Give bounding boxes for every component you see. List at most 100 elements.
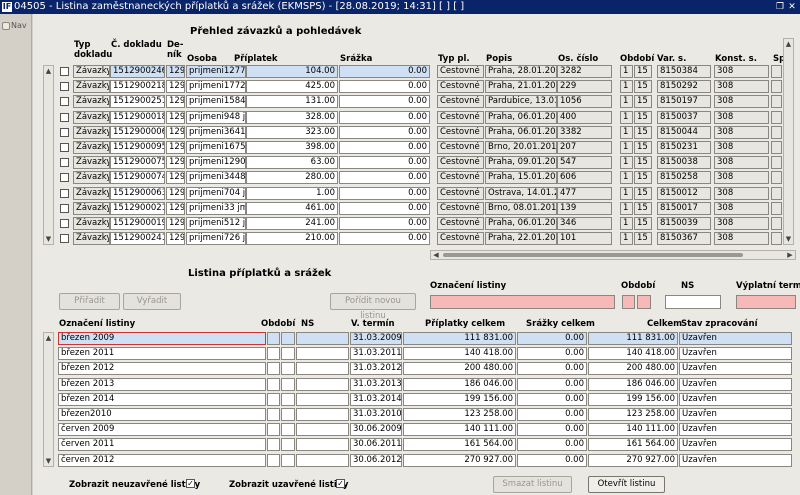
cell-osoba: prijmeni1290 jm <box>186 156 246 170</box>
row-select-checkbox[interactable] <box>60 97 69 107</box>
scroll-left-icon[interactable]: ◀ <box>431 251 441 259</box>
cell-oznaceni[interactable]: červen 2011 <box>58 438 266 452</box>
scroll-down-icon[interactable]: ▼ <box>784 234 793 244</box>
row-select-checkbox[interactable] <box>60 127 69 137</box>
cell-v-termin: 30.06.2012 <box>350 453 402 467</box>
cell-obdobi-year: 15 <box>634 125 652 139</box>
show-unclosed-checkbox[interactable]: ✓ <box>186 479 195 488</box>
row-select-checkbox[interactable] <box>60 234 69 244</box>
hdr-os-cislo: Os. číslo <box>558 54 599 64</box>
cell-typ-pl: Cestovné cic <box>437 186 484 200</box>
filter-obdobi-year-input[interactable] <box>637 295 651 309</box>
hdr-ns: NS <box>301 319 315 329</box>
scroll-thumb[interactable] <box>443 253 743 257</box>
hdr-celkem: Celkem <box>647 319 682 329</box>
cell-oznaceni[interactable]: červen 2012 <box>58 453 266 467</box>
row-select-checkbox[interactable] <box>60 82 69 92</box>
row-select-checkbox[interactable] <box>60 143 69 152</box>
cell-typ: Závazky <box>73 125 110 139</box>
cell-denik: 129 <box>166 95 185 109</box>
cell-denik: 129 <box>166 186 185 200</box>
row-select-checkbox[interactable] <box>60 158 69 168</box>
cell-obdobi-month: 1 <box>620 65 633 78</box>
delete-list-button[interactable]: Smazat listinu <box>493 476 572 493</box>
open-list-button[interactable]: Otevřít listinu <box>588 476 665 493</box>
cell-srazka: 0.00 <box>339 232 430 246</box>
cell-obdobi-month <box>267 377 280 391</box>
show-closed-checkbox[interactable]: ✓ <box>336 479 345 488</box>
scroll-right-icon[interactable]: ▶ <box>785 251 795 259</box>
row-select-checkbox[interactable] <box>60 203 69 213</box>
cell-typ: Závazky <box>73 186 110 200</box>
row-select-checkbox[interactable] <box>60 67 69 76</box>
cell-spec <box>771 110 782 124</box>
cell-osoba: prijmeni704 jme <box>186 186 246 200</box>
cell-os-cislo: 3282 <box>557 65 612 78</box>
hdr-typ-dokladu: Typ dokladu <box>74 40 113 60</box>
cell-stav: Uzavřen <box>679 453 792 467</box>
close-icon[interactable]: ✕ <box>786 1 798 13</box>
create-list-button[interactable]: Pořídit novou listinu <box>330 293 416 321</box>
cell-denik: 129 <box>166 125 185 139</box>
cell-spec <box>771 65 782 78</box>
cell-priplatek: 323.00 <box>246 125 338 139</box>
cell-obdobi-year <box>281 438 295 452</box>
scroll-up-icon[interactable]: ▲ <box>44 333 53 343</box>
cell-obdobi-month: 1 <box>620 95 633 109</box>
cell-typ: Závazky <box>73 95 110 109</box>
row-select-checkbox[interactable] <box>60 173 69 183</box>
cell-oznaceni[interactable]: březen 2013 <box>58 377 266 391</box>
cell-priplatek: 398.00 <box>246 141 338 154</box>
scroll-up-icon[interactable]: ▲ <box>784 39 793 49</box>
cell-srazka: 0.00 <box>339 156 430 170</box>
nav-button[interactable]: Nav <box>2 20 30 32</box>
row-select-checkbox[interactable] <box>60 219 69 228</box>
scroll-down-icon[interactable]: ▼ <box>44 456 53 466</box>
cell-oznaceni[interactable]: červen 2009 <box>58 423 266 437</box>
scroll-up-icon[interactable]: ▲ <box>44 66 53 76</box>
title-bar: IF 04505 - Listina zaměstnaneckých přípl… <box>0 0 800 14</box>
restore-icon[interactable]: ❐ <box>774 1 786 13</box>
cell-osoba: prijmeni1277 jm <box>186 65 246 78</box>
cell-oznaceni[interactable]: březen 2014 <box>58 392 266 406</box>
row-select-checkbox[interactable] <box>60 188 69 198</box>
right-vertical-scrollbar[interactable]: ▲ ▼ <box>783 38 794 245</box>
cell-obdobi-year: 15 <box>634 110 652 124</box>
cell-priplatky-celkem: 140 111.00 <box>403 423 516 437</box>
cell-osoba: prijmeni948 jme <box>186 110 246 124</box>
cell-oznaceni[interactable]: březen 2012 <box>58 362 266 376</box>
top-vertical-scrollbar[interactable]: ▲ ▼ <box>43 65 54 245</box>
top-horizontal-scrollbar[interactable]: ◀ ▶ <box>430 250 796 260</box>
filter-oznaceni-input[interactable] <box>430 295 615 309</box>
cell-oznaceni[interactable]: březen 2011 <box>58 347 266 361</box>
cell-os-cislo: 346 <box>557 217 612 230</box>
cell-v-termin: 31.03.2010 <box>350 408 402 421</box>
cell-obdobi-month: 1 <box>620 141 633 154</box>
cell-oznaceni[interactable]: březen 2009 <box>58 332 266 345</box>
filter-ns-input[interactable] <box>665 295 721 309</box>
row-select-checkbox[interactable] <box>60 112 69 122</box>
cell-oznaceni[interactable]: březen2010 <box>58 408 266 421</box>
cell-denik: 129 <box>166 65 185 78</box>
filter-termin-input[interactable] <box>736 295 796 309</box>
cell-srazky-celkem: 0.00 <box>517 332 587 345</box>
cell-srazky-celkem: 0.00 <box>517 408 587 421</box>
cell-spec <box>771 141 782 154</box>
scroll-down-icon[interactable]: ▼ <box>44 234 53 244</box>
cell-var-s: 8150044 <box>657 125 711 139</box>
cell-popis: Praha, 21.01.2015 <box>485 80 557 94</box>
cell-konst-s: 308 <box>714 186 769 200</box>
cell-os-cislo: 400 <box>557 110 612 124</box>
filter-obdobi-month-input[interactable] <box>622 295 635 309</box>
bottom-vertical-scrollbar[interactable]: ▲ ▼ <box>43 332 54 467</box>
cell-obdobi-year: 15 <box>634 141 652 154</box>
cell-obdobi-month: 1 <box>620 186 633 200</box>
cell-celkem: 270 927.00 <box>588 453 678 467</box>
window-title: 04505 - Listina zaměstnaneckých příplatk… <box>14 1 465 12</box>
cell-popis: Ostrava, 14.01.20 <box>485 186 557 200</box>
sidebar: Nav <box>0 14 32 495</box>
hdr-popis: Popis <box>486 54 513 64</box>
cell-srazka: 0.00 <box>339 95 430 109</box>
remove-button[interactable]: Vyřadit <box>123 293 181 310</box>
assign-button[interactable]: Přiřadit <box>59 293 120 310</box>
